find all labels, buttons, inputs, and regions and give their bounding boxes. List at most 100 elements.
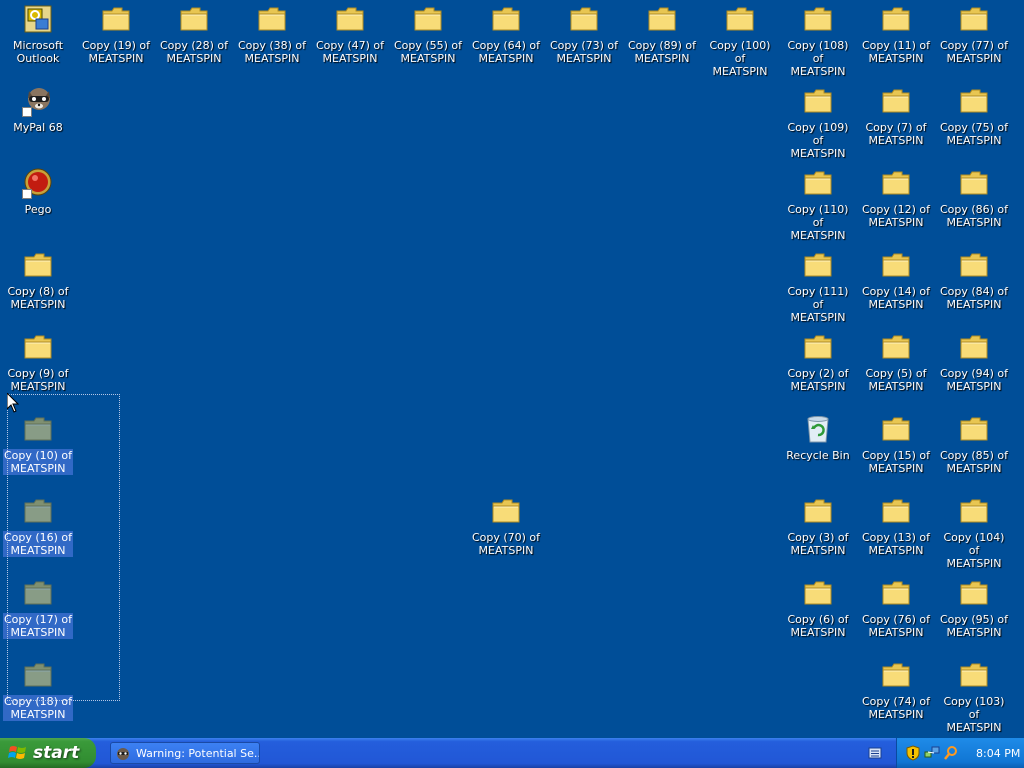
desktop-folder-icon[interactable]: Copy (86) of MEATSPIN bbox=[936, 164, 1012, 246]
icon-label: Copy (64) of MEATSPIN bbox=[471, 39, 541, 65]
desktop-folder-icon[interactable]: Copy (18) of MEATSPIN bbox=[0, 656, 76, 738]
desktop-folder-icon[interactable]: Copy (38) of MEATSPIN bbox=[234, 0, 310, 82]
desktop-folder-icon[interactable]: Copy (94) of MEATSPIN bbox=[936, 328, 1012, 410]
system-tray: 8:04 PM bbox=[896, 738, 1024, 768]
folder-icon bbox=[802, 331, 834, 363]
folder-icon bbox=[646, 3, 678, 35]
folder-icon bbox=[802, 85, 834, 117]
icon-label: Copy (17) of MEATSPIN bbox=[2, 613, 74, 639]
recycle-bin-icon bbox=[802, 413, 834, 445]
folder-icon bbox=[958, 659, 990, 691]
folder-icon bbox=[22, 331, 54, 363]
icon-label: Copy (18) of MEATSPIN bbox=[2, 695, 74, 721]
desktop-folder-icon[interactable]: Copy (95) of MEATSPIN bbox=[936, 574, 1012, 656]
network-icon[interactable] bbox=[924, 745, 940, 761]
desktop[interactable]: Microsoft Outlook MyPal 68 Pego Copy (8)… bbox=[0, 0, 1024, 738]
keyboard-language-icon[interactable] bbox=[868, 746, 882, 760]
folder-icon bbox=[958, 331, 990, 363]
folder-icon bbox=[880, 577, 912, 609]
icon-label: Copy (16) of MEATSPIN bbox=[2, 531, 74, 557]
icon-label: Copy (74) of MEATSPIN bbox=[861, 695, 931, 721]
desktop-folder-icon[interactable]: Copy (47) of MEATSPIN bbox=[312, 0, 388, 82]
windows-flag-icon bbox=[8, 746, 26, 759]
desktop-folder-icon[interactable]: Copy (14) of MEATSPIN bbox=[858, 246, 934, 328]
desktop-folder-icon[interactable]: Copy (109) of MEATSPIN bbox=[780, 82, 856, 164]
clock[interactable]: 8:04 PM bbox=[976, 747, 1020, 760]
desktop-folder-icon[interactable]: Copy (16) of MEATSPIN bbox=[0, 492, 76, 574]
desktop-folder-icon[interactable]: Copy (108) of MEATSPIN bbox=[780, 0, 856, 82]
icon-label: Copy (8) of MEATSPIN bbox=[7, 285, 69, 311]
desktop-shortcut-pego[interactable]: Pego bbox=[0, 164, 76, 246]
desktop-folder-icon[interactable]: Copy (10) of MEATSPIN bbox=[0, 410, 76, 492]
desktop-shortcut-mypal[interactable]: MyPal 68 bbox=[0, 82, 76, 164]
desktop-folder-icon[interactable]: Copy (70) of MEATSPIN bbox=[468, 492, 544, 574]
icon-label: Copy (28) of MEATSPIN bbox=[159, 39, 229, 65]
icon-label: Copy (103) of MEATSPIN bbox=[943, 695, 1005, 734]
icon-label: Copy (76) of MEATSPIN bbox=[861, 613, 931, 639]
desktop-folder-icon[interactable]: Copy (5) of MEATSPIN bbox=[858, 328, 934, 410]
folder-icon bbox=[958, 413, 990, 445]
desktop-folder-icon[interactable]: Copy (17) of MEATSPIN bbox=[0, 574, 76, 656]
outlook-icon bbox=[22, 3, 54, 35]
desktop-folder-icon[interactable]: Copy (7) of MEATSPIN bbox=[858, 82, 934, 164]
desktop-folder-icon[interactable]: Copy (13) of MEATSPIN bbox=[858, 492, 934, 574]
folder-icon bbox=[100, 3, 132, 35]
folder-icon bbox=[880, 413, 912, 445]
folder-icon bbox=[256, 3, 288, 35]
folder-icon bbox=[334, 3, 366, 35]
icon-label: Copy (108) of MEATSPIN bbox=[787, 39, 849, 78]
desktop-folder-icon[interactable]: Copy (104) of MEATSPIN bbox=[936, 492, 1012, 574]
desktop-folder-icon[interactable]: Copy (64) of MEATSPIN bbox=[468, 0, 544, 82]
icon-label: Copy (3) of MEATSPIN bbox=[787, 531, 849, 557]
icon-label: Copy (12) of MEATSPIN bbox=[861, 203, 931, 229]
start-button[interactable]: start bbox=[0, 738, 96, 768]
desktop-folder-icon[interactable]: Copy (11) of MEATSPIN bbox=[858, 0, 934, 82]
icon-label: Copy (7) of MEATSPIN bbox=[865, 121, 927, 147]
raccoon-app-icon bbox=[117, 748, 129, 760]
folder-icon bbox=[568, 3, 600, 35]
folder-icon bbox=[880, 167, 912, 199]
desktop-shortcut-outlook[interactable]: Microsoft Outlook bbox=[0, 0, 76, 82]
search-magnifier-icon[interactable] bbox=[943, 745, 959, 761]
desktop-folder-icon[interactable]: Copy (8) of MEATSPIN bbox=[0, 246, 76, 328]
security-shield-icon[interactable] bbox=[905, 745, 921, 761]
desktop-folder-icon[interactable]: Copy (76) of MEATSPIN bbox=[858, 574, 934, 656]
icon-label: Copy (70) of MEATSPIN bbox=[471, 531, 541, 557]
desktop-folder-icon[interactable]: Copy (15) of MEATSPIN bbox=[858, 410, 934, 492]
recycle-bin-shortcut[interactable]: Recycle Bin bbox=[780, 410, 856, 492]
desktop-folder-icon[interactable]: Copy (110) of MEATSPIN bbox=[780, 164, 856, 246]
icon-label: Recycle Bin bbox=[786, 449, 850, 462]
desktop-folder-icon[interactable]: Copy (6) of MEATSPIN bbox=[780, 574, 856, 656]
icon-label: Copy (111) of MEATSPIN bbox=[787, 285, 849, 324]
icon-label: Copy (75) of MEATSPIN bbox=[939, 121, 1009, 147]
folder-icon bbox=[958, 3, 990, 35]
desktop-folder-icon[interactable]: Copy (74) of MEATSPIN bbox=[858, 656, 934, 738]
desktop-folder-icon[interactable]: Copy (12) of MEATSPIN bbox=[858, 164, 934, 246]
taskbar-window-button[interactable]: Warning: Potential Se... bbox=[110, 742, 260, 764]
folder-icon bbox=[880, 495, 912, 527]
icon-label: Copy (85) of MEATSPIN bbox=[939, 449, 1009, 475]
desktop-folder-icon[interactable]: Copy (75) of MEATSPIN bbox=[936, 82, 1012, 164]
icon-label: Copy (15) of MEATSPIN bbox=[861, 449, 931, 475]
desktop-folder-icon[interactable]: Copy (103) of MEATSPIN bbox=[936, 656, 1012, 738]
desktop-folder-icon[interactable]: Copy (3) of MEATSPIN bbox=[780, 492, 856, 574]
desktop-folder-icon[interactable]: Copy (89) of MEATSPIN bbox=[624, 0, 700, 82]
folder-icon bbox=[22, 495, 54, 527]
desktop-folder-icon[interactable]: Copy (111) of MEATSPIN bbox=[780, 246, 856, 328]
desktop-folder-icon[interactable]: Copy (77) of MEATSPIN bbox=[936, 0, 1012, 82]
desktop-folder-icon[interactable]: Copy (85) of MEATSPIN bbox=[936, 410, 1012, 492]
desktop-folder-icon[interactable]: Copy (28) of MEATSPIN bbox=[156, 0, 232, 82]
desktop-folder-icon[interactable]: Copy (2) of MEATSPIN bbox=[780, 328, 856, 410]
icon-label: Copy (100) of MEATSPIN bbox=[709, 39, 771, 78]
icon-label: Copy (47) of MEATSPIN bbox=[315, 39, 385, 65]
desktop-folder-icon[interactable]: Copy (100) of MEATSPIN bbox=[702, 0, 778, 82]
desktop-folder-icon[interactable]: Copy (84) of MEATSPIN bbox=[936, 246, 1012, 328]
icon-label: Copy (84) of MEATSPIN bbox=[939, 285, 1009, 311]
desktop-folder-icon[interactable]: Copy (19) of MEATSPIN bbox=[78, 0, 154, 82]
desktop-folder-icon[interactable]: Copy (73) of MEATSPIN bbox=[546, 0, 622, 82]
desktop-folder-icon[interactable]: Copy (55) of MEATSPIN bbox=[390, 0, 466, 82]
shortcut-arrow-icon bbox=[22, 189, 32, 199]
icon-label: Copy (14) of MEATSPIN bbox=[861, 285, 931, 311]
taskbar-window-title: Warning: Potential Se... bbox=[136, 746, 260, 760]
icon-label: Copy (110) of MEATSPIN bbox=[787, 203, 849, 242]
